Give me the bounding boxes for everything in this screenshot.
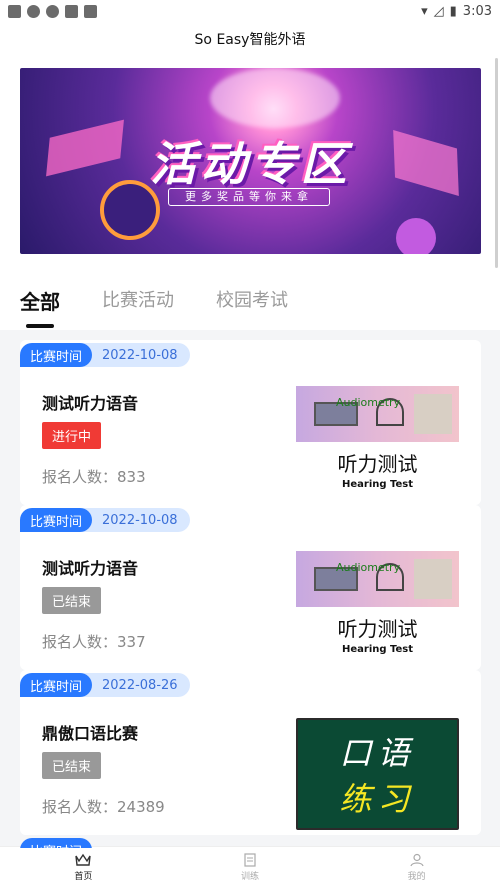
banner-title: 活动专区 — [150, 137, 351, 191]
person-icon — [410, 853, 424, 867]
date-tag: 比赛时间 2022-10-08 — [20, 507, 190, 533]
card-thumbnail: Audiometry 听力测试 Hearing Test — [296, 551, 459, 661]
date-tag-value: 2022-10-08 — [78, 508, 190, 532]
date-tag-label: 比赛时间 — [20, 508, 93, 532]
nav-label: 首页 — [74, 872, 93, 882]
font-icon — [84, 4, 97, 18]
scrollbar[interactable] — [495, 58, 498, 268]
audiometry-image: Audiometry — [296, 551, 459, 607]
image-caption-cn: 听力测试 — [337, 617, 418, 641]
card-title: 测试听力语音 — [42, 559, 139, 578]
banner-ball — [396, 218, 436, 254]
card-title: 鼎傲口语比赛 — [42, 724, 139, 743]
card-title: 测试听力语音 — [42, 394, 139, 413]
list-item[interactable]: 测试听力语音 进行中 报名人数：833 Audiometry 听力测试 Hear… — [20, 340, 481, 505]
status-bar: ▾ ◿ ▮ 3:03 — [0, 0, 500, 22]
signal-icon: ◿ — [433, 3, 444, 19]
status-badge: 已结束 — [42, 587, 102, 614]
image-label: Audiometry — [336, 396, 401, 409]
crown-icon — [75, 853, 92, 866]
list-item[interactable]: 鼎傲口语比赛 已结束 报名人数：24389 口语 练习 比赛时间 2022-08… — [20, 670, 481, 835]
tab-all[interactable]: 全部 — [20, 286, 60, 314]
activity-list: 测试听力语音 进行中 报名人数：833 Audiometry 听力测试 Hear… — [20, 340, 481, 835]
banner-glow — [210, 68, 340, 128]
activity-banner[interactable]: 活动专区 更多奖品等你来拿 — [20, 68, 481, 254]
nav-mine[interactable]: 我的 — [333, 847, 500, 888]
date-tag-value: 2022-10-08 — [78, 343, 190, 367]
card-body: 鼎傲口语比赛 已结束 报名人数：24389 口语 练习 — [20, 696, 481, 835]
notification-icons — [8, 4, 97, 18]
system-icons: ▾ ◿ ▮ 3:03 — [421, 4, 492, 19]
equipment — [414, 559, 452, 599]
tab-competitions[interactable]: 比赛活动 — [102, 286, 174, 314]
app-title: So Easy智能外语 — [194, 32, 306, 48]
audiometry-image: Audiometry — [296, 386, 459, 442]
battery-icon: ▮ — [449, 3, 457, 19]
next-item-peek: 比赛时间 — [20, 838, 93, 848]
banner-subtitle: 更多奖品等你来拿 — [168, 188, 330, 206]
nav-label: 训练 — [241, 872, 260, 882]
date-tag-label: 比赛时间 — [20, 343, 93, 367]
bottom-nav: 首页 训练 我的 — [0, 846, 500, 888]
wifi-icon: ▾ — [421, 3, 428, 19]
date-tag-label: 比赛时间 — [20, 673, 93, 697]
signup-count: 报名人数：833 — [42, 468, 146, 486]
tab-campus-exams[interactable]: 校园考试 — [216, 286, 288, 314]
date-tag: 比赛时间 2022-10-08 — [20, 342, 190, 368]
equipment — [414, 394, 452, 434]
nav-home[interactable]: 首页 — [0, 847, 167, 888]
date-tag-value: 2022-08-26 — [78, 673, 190, 697]
sync-icon — [27, 4, 40, 18]
card-thumbnail: 口语 练习 — [296, 718, 459, 830]
card-body: 测试听力语音 已结束 报名人数：337 Audiometry 听力测试 Hear… — [20, 531, 481, 670]
image-icon — [65, 4, 78, 18]
clipboard-icon — [244, 853, 256, 867]
top-bar: So Easy智能外语 — [0, 22, 500, 56]
image-label: Audiometry — [336, 561, 401, 574]
nav-training[interactable]: 训练 — [167, 847, 334, 888]
list-item[interactable]: 测试听力语音 已结束 报名人数：337 Audiometry 听力测试 Hear… — [20, 505, 481, 670]
app-notification-icon — [8, 4, 21, 18]
status-badge: 已结束 — [42, 752, 102, 779]
nav-label: 我的 — [407, 872, 426, 882]
clock: 3:03 — [462, 3, 492, 19]
tab-indicator — [26, 324, 54, 328]
category-tabs: 全部 比赛活动 校园考试 — [20, 286, 330, 314]
image-caption-en: Hearing Test — [341, 644, 414, 655]
signup-count: 报名人数：24389 — [42, 798, 165, 816]
oral-line2: 练习 — [339, 780, 416, 818]
image-caption-cn: 听力测试 — [337, 452, 418, 476]
signup-count: 报名人数：337 — [42, 633, 146, 651]
hero-area: 活动专区 更多奖品等你来拿 全部 比赛活动 校园考试 — [0, 56, 500, 330]
status-badge: 进行中 — [42, 422, 102, 449]
oral-line1: 口语 — [339, 734, 416, 772]
date-tag: 比赛时间 2022-08-26 — [20, 672, 190, 698]
card-thumbnail: Audiometry 听力测试 Hearing Test — [296, 386, 459, 496]
sync-alt-icon — [46, 4, 59, 18]
image-caption-en: Hearing Test — [341, 479, 414, 490]
date-tag-label: 比赛时间 — [20, 838, 93, 848]
card-body: 测试听力语音 进行中 报名人数：833 Audiometry 听力测试 Hear… — [20, 366, 481, 505]
